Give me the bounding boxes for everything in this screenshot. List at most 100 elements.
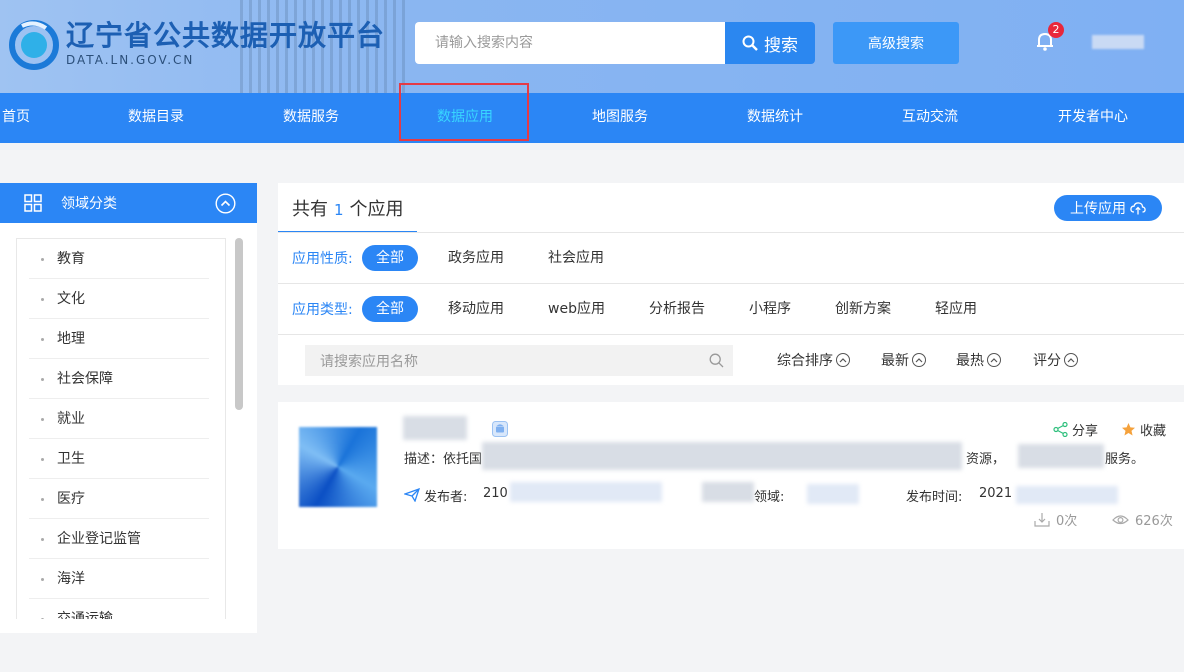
favorite-button[interactable]: 收藏: [1121, 420, 1166, 439]
sidebar-scrollbar-thumb[interactable]: [235, 238, 243, 410]
type-filter-light-app[interactable]: 轻应用: [921, 296, 991, 322]
send-icon: [404, 488, 420, 502]
nav-home[interactable]: 首页: [0, 93, 32, 143]
app-description-middle: 资源，: [966, 452, 1006, 467]
category-item-education[interactable]: 教育: [29, 239, 209, 279]
nav-map-service[interactable]: 地图服务: [574, 93, 666, 143]
publisher-value: 210: [483, 486, 508, 501]
search-icon: [742, 35, 758, 51]
app-filter-panel: 共有 1 个应用 上传应用 应用性质: 全部 政务应用 社会应用 应用类型: 全部 …: [278, 183, 1184, 385]
domain-label: 领域:: [754, 490, 785, 505]
search-icon[interactable]: [709, 353, 724, 368]
site-header: 辽宁省公共数据开放平台 DATA.LN.GOV.CN 搜索 高级搜索 2: [0, 0, 1184, 93]
download-count: 0次: [1034, 510, 1077, 529]
publisher-redacted: [510, 482, 662, 502]
share-icon: [1053, 422, 1068, 437]
domain-icon-redacted: [702, 482, 754, 502]
site-logo[interactable]: 辽宁省公共数据开放平台 DATA.LN.GOV.CN: [8, 18, 385, 70]
app-nature-filter: 应用性质: 全部 政务应用 社会应用: [278, 233, 1184, 283]
category-item-medical[interactable]: 医疗: [29, 479, 209, 519]
app-count-prefix: 共有: [292, 199, 328, 220]
category-item-ocean[interactable]: 海洋: [29, 559, 209, 599]
star-icon: [1122, 423, 1135, 436]
nav-data-catalog[interactable]: 数据目录: [110, 93, 202, 143]
category-item-health[interactable]: 卫生: [29, 439, 209, 479]
app-count: 共有 1 个应用: [292, 195, 404, 221]
collapse-chevron-icon[interactable]: [215, 193, 236, 214]
advanced-search-button[interactable]: 高级搜索: [833, 22, 959, 64]
app-name-redacted[interactable]: [403, 416, 467, 440]
cloud-upload-icon: [1130, 202, 1146, 215]
category-item-transport[interactable]: 交通运输: [29, 599, 209, 619]
type-filter-report[interactable]: 分析报告: [635, 296, 719, 322]
android-icon: [492, 421, 508, 437]
app-nature-label: 应用性质:: [292, 251, 353, 267]
domain-redacted: [807, 484, 859, 504]
logo-title: 辽宁省公共数据开放平台: [66, 19, 386, 52]
type-filter-all[interactable]: 全部: [362, 296, 418, 322]
type-filter-web[interactable]: web应用: [534, 296, 619, 322]
category-item-social-security[interactable]: 社会保障: [29, 359, 209, 399]
sort-comprehensive-label: 综合排序: [777, 353, 833, 369]
app-count-suffix: 个应用: [349, 199, 404, 220]
chevron-up-icon: [1064, 353, 1078, 367]
share-button[interactable]: 分享: [1053, 420, 1098, 439]
notification-badge: 2: [1048, 22, 1064, 38]
upload-app-button[interactable]: 上传应用: [1054, 195, 1162, 221]
app-search-box: [305, 345, 733, 378]
view-count: 626次: [1112, 510, 1173, 529]
sort-hottest-label: 最热: [956, 353, 984, 369]
sidebar-header[interactable]: 领域分类: [0, 183, 257, 223]
grid-icon: [24, 194, 42, 212]
publisher-label: 发布者:: [424, 490, 468, 505]
publish-time-redacted: [1016, 486, 1118, 504]
app-card[interactable]: 描述：依托国 资源， 服务。 发布者: 210 领域: 发布时间: 2021 分…: [278, 402, 1184, 549]
category-item-geography[interactable]: 地理: [29, 319, 209, 359]
download-icon: [1034, 513, 1050, 527]
nature-filter-government[interactable]: 政务应用: [434, 245, 518, 271]
view-count-value: 626次: [1135, 514, 1173, 529]
sort-newest[interactable]: 最新: [881, 350, 926, 370]
chevron-up-icon: [836, 353, 850, 367]
upload-app-label: 上传应用: [1070, 201, 1126, 217]
app-description-redacted: [482, 442, 962, 470]
app-count-number: 1: [334, 201, 344, 219]
app-description-prefix: 描述：依托国: [404, 452, 483, 467]
nav-data-service[interactable]: 数据服务: [265, 93, 357, 143]
app-search-input[interactable]: [305, 345, 702, 378]
app-type-label: 应用类型:: [292, 302, 353, 318]
category-item-employment[interactable]: 就业: [29, 399, 209, 439]
type-filter-miniprogram[interactable]: 小程序: [735, 296, 805, 322]
share-label: 分享: [1072, 424, 1099, 439]
nav-developer-center[interactable]: 开发者中心: [1040, 93, 1146, 143]
sort-hottest[interactable]: 最热: [956, 350, 1001, 370]
nav-data-statistics[interactable]: 数据统计: [729, 93, 821, 143]
app-thumbnail[interactable]: [299, 427, 377, 507]
nav-interaction[interactable]: 互动交流: [884, 93, 976, 143]
domain-category-sidebar: 领域分类 教育 文化 地理 社会保障 就业 卫生 医疗 企业登记监管 海洋 交通…: [0, 183, 257, 633]
global-search: 搜索: [415, 22, 815, 64]
logo-emblem-icon: [8, 18, 60, 70]
eye-icon: [1112, 515, 1129, 525]
type-filter-innovation[interactable]: 创新方案: [821, 296, 905, 322]
app-type-filter: 应用类型: 全部 移动应用 web应用 分析报告 小程序 创新方案 轻应用: [278, 284, 1184, 334]
sidebar-scrollbar[interactable]: [235, 238, 243, 618]
download-count-value: 0次: [1056, 514, 1078, 529]
category-item-enterprise-registration[interactable]: 企业登记监管: [29, 519, 209, 559]
active-nav-highlight-box: [399, 83, 529, 141]
sidebar-title: 领域分类: [61, 196, 117, 212]
search-button[interactable]: 搜索: [725, 22, 815, 64]
divider: [278, 334, 1184, 335]
global-search-input[interactable]: [415, 22, 725, 64]
favorite-label: 收藏: [1140, 424, 1167, 439]
chevron-up-icon: [912, 353, 926, 367]
category-item-culture[interactable]: 文化: [29, 279, 209, 319]
sort-rating[interactable]: 评分: [1033, 350, 1078, 370]
publish-time-value: 2021: [979, 486, 1013, 501]
category-list: 教育 文化 地理 社会保障 就业 卫生 医疗 企业登记监管 海洋 交通运输: [16, 238, 226, 619]
sort-comprehensive[interactable]: 综合排序: [777, 350, 850, 370]
user-name-redacted[interactable]: [1092, 35, 1144, 49]
nature-filter-all[interactable]: 全部: [362, 245, 418, 271]
nature-filter-social[interactable]: 社会应用: [534, 245, 618, 271]
type-filter-mobile[interactable]: 移动应用: [434, 296, 518, 322]
